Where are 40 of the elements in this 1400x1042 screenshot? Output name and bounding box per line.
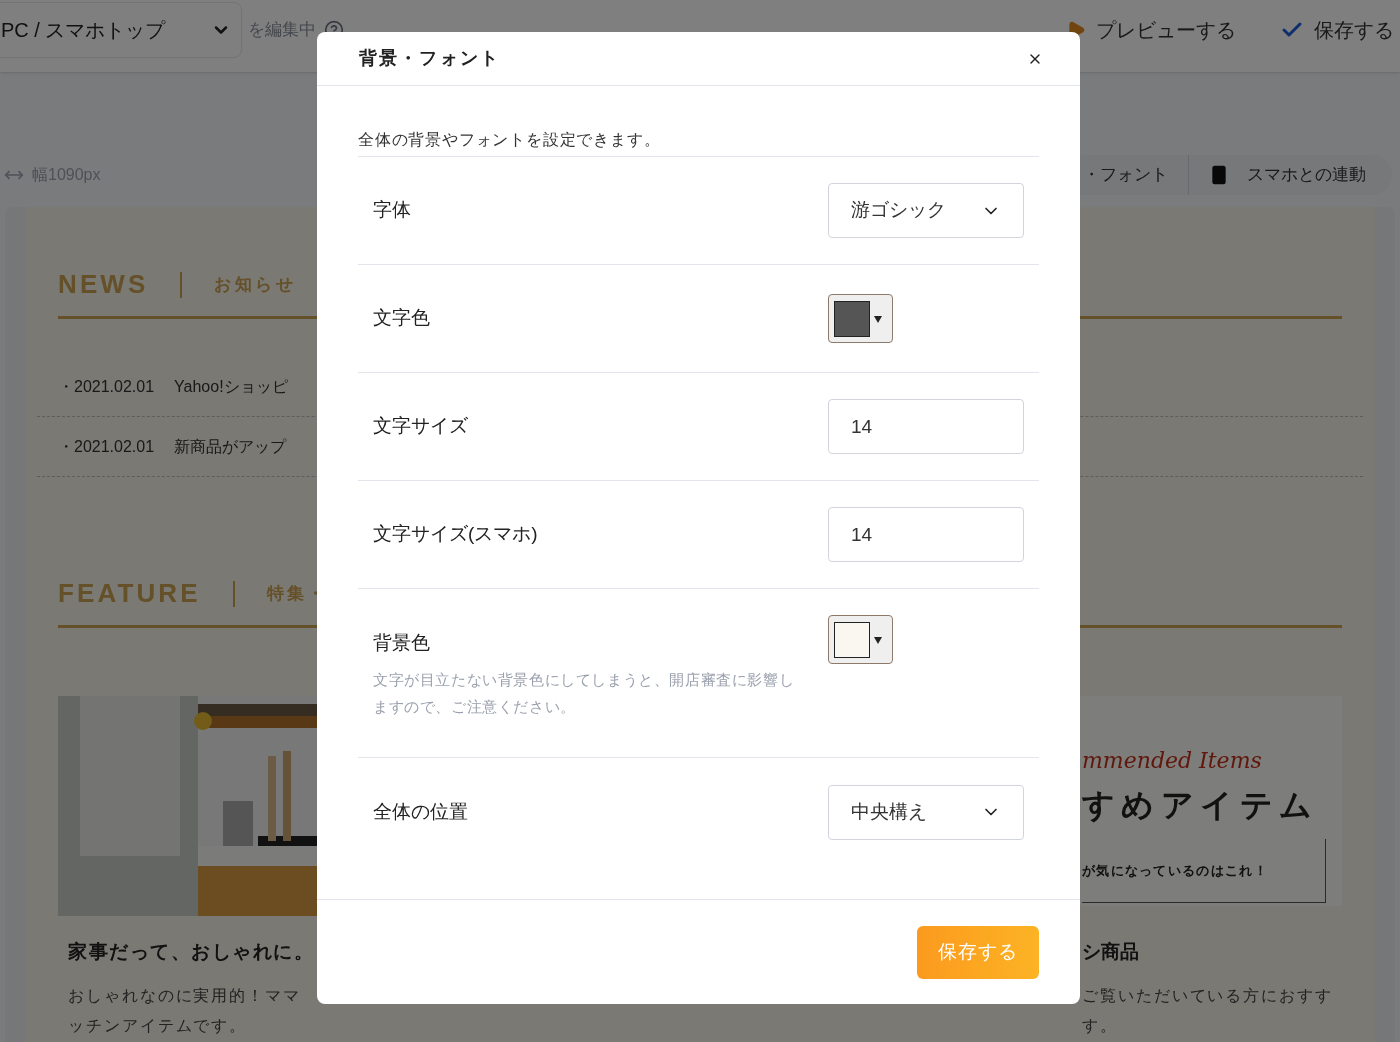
- number-field[interactable]: 14: [828, 507, 1024, 562]
- news-title[interactable]: Yahoo!ショッピ: [174, 374, 288, 399]
- feature-heading: FEATURE: [58, 577, 201, 610]
- card-text: ッチンアイテムです。: [68, 1015, 249, 1036]
- phone-icon: [1209, 165, 1229, 185]
- save-button[interactable]: 保存する: [1280, 15, 1394, 45]
- news-date: ・2021.02.01: [58, 376, 155, 397]
- color-picker[interactable]: [828, 294, 893, 343]
- card-title: シ商品: [1082, 940, 1140, 964]
- setting-label: 文字サイズ(スマホ): [373, 522, 538, 547]
- view-tab[interactable]: ・フォント: [1063, 155, 1188, 195]
- banner-note: が気になっているのはこれ！: [1082, 861, 1268, 880]
- select-field[interactable]: 中央構え: [828, 784, 1024, 840]
- card-text: す。: [1082, 1015, 1119, 1036]
- setting-label: 背景色: [373, 631, 431, 655]
- caret-icon: [874, 635, 882, 644]
- card-text: ご覧いただいている方におすす: [1082, 985, 1334, 1006]
- banner-script: mmended Items: [1082, 747, 1263, 775]
- setting-note: 文字が目立たない背景色にしてしまうと、開店審査に影響しますので、ご注意ください。: [373, 669, 796, 717]
- news-title[interactable]: 新商品がアップ: [174, 434, 287, 459]
- editing-label: を編集中: [248, 19, 316, 42]
- setting-label: 全体の位置: [373, 799, 468, 824]
- banner-heading: すめアイテム: [1082, 786, 1320, 825]
- dialog-title: 背景・フォント: [359, 47, 501, 70]
- news-subheading: お知らせ: [214, 273, 297, 296]
- color-picker[interactable]: [828, 615, 893, 664]
- caret-icon: [874, 314, 882, 323]
- select-field[interactable]: 游ゴシック: [828, 183, 1024, 238]
- feature-subheading: 特集・: [266, 582, 328, 605]
- setting-label: 文字色: [373, 306, 430, 331]
- dialog-description: 全体の背景やフォントを設定できます。: [358, 128, 1039, 157]
- view-tab[interactable]: スマホとの連動: [1188, 155, 1386, 195]
- number-field[interactable]: 14: [828, 399, 1024, 454]
- setting-label: 文字サイズ: [373, 414, 468, 439]
- card-title: 家事だって、おしゃれに。: [68, 940, 316, 964]
- news-heading: NEWS: [58, 268, 149, 301]
- card-text: おしゃれなのに実用的！ママ: [68, 985, 302, 1006]
- setting-label: 字体: [373, 198, 411, 223]
- page-select[interactable]: PC / スマホトップ: [0, 2, 242, 58]
- news-date: ・2021.02.01: [58, 436, 155, 457]
